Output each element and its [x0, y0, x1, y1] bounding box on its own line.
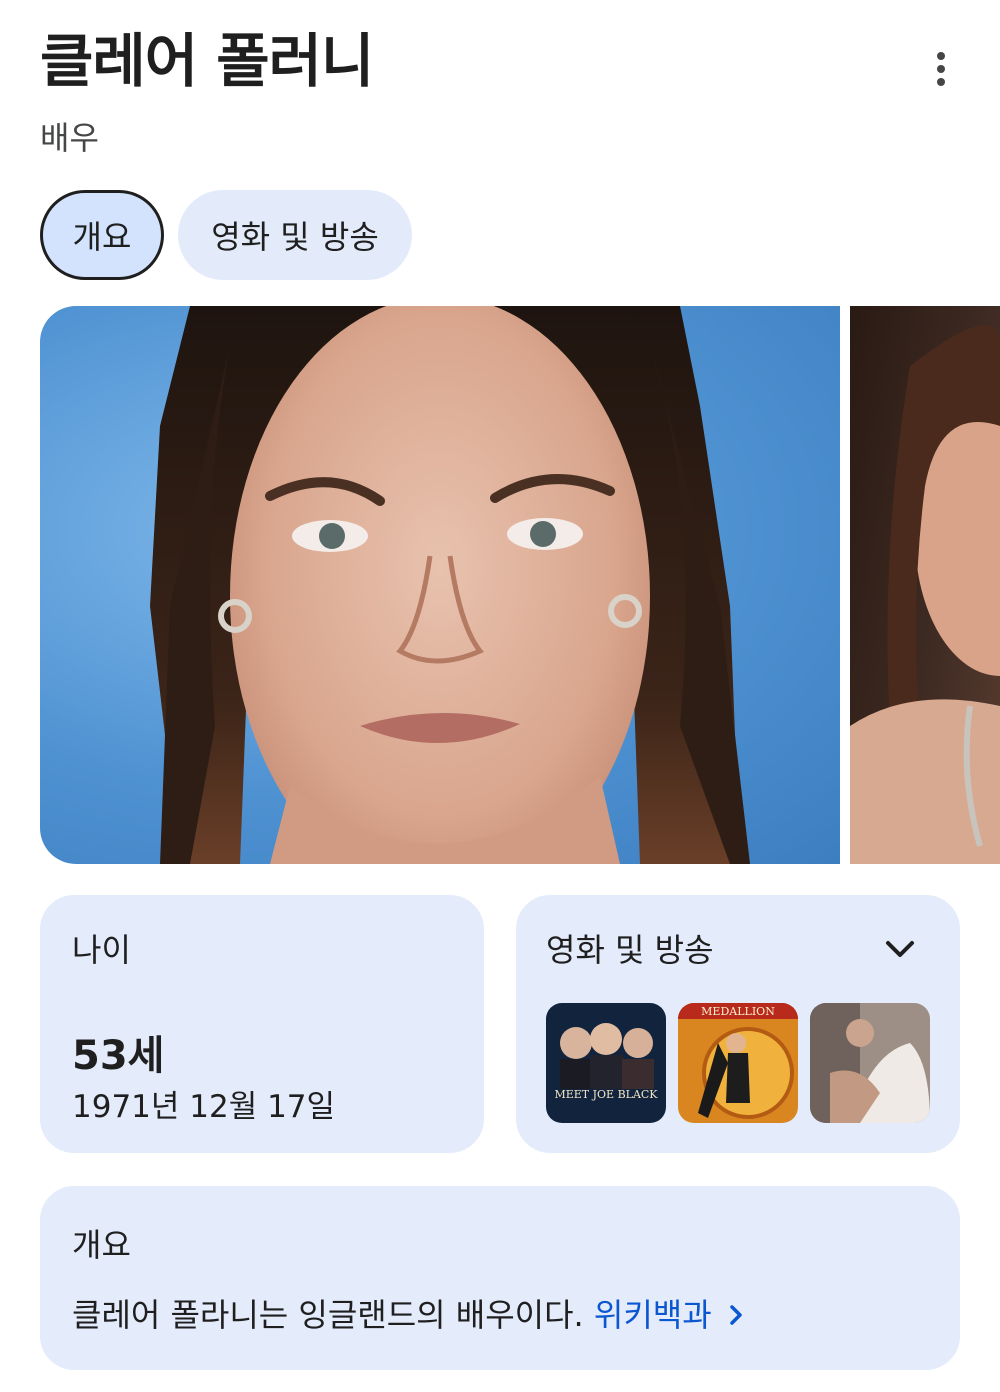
secondary-photo[interactable]: [850, 306, 1000, 864]
birth-date: 1971년 12월 17일: [72, 1089, 336, 1125]
film-thumbnail-3[interactable]: [810, 1003, 930, 1123]
tab-films-label: 영화 및 방송: [211, 218, 379, 256]
more-vert-icon: [937, 52, 945, 60]
film-thumbnail-2[interactable]: MEDALLION: [678, 1003, 798, 1123]
overview-text: 클레어 폴라니는 잉글랜드의 배우이다.: [72, 1296, 584, 1334]
films-label: 영화 및 방송: [546, 931, 714, 969]
films-card[interactable]: 영화 및 방송 MEET JOE BLACK MEDALLION: [516, 895, 960, 1153]
overview-description: 클레어 폴라니는 잉글랜드의 배우이다. 위키백과: [72, 1290, 746, 1336]
film-thumbnail-1[interactable]: MEET JOE BLACK: [546, 1003, 666, 1123]
age-label: 나이: [72, 931, 131, 969]
tab-overview-label: 개요: [72, 218, 132, 256]
age-card[interactable]: 나이 53세 1971년 12월 17일: [40, 895, 484, 1153]
wikipedia-link-label: 위키백과: [593, 1296, 712, 1334]
wikipedia-link[interactable]: 위키백과: [594, 1296, 746, 1334]
overview-label: 개요: [72, 1226, 131, 1264]
overview-card: 개요 클레어 폴라니는 잉글랜드의 배우이다. 위키백과: [40, 1186, 960, 1370]
secondary-portrait-image: [850, 325, 1000, 864]
chevron-down-icon[interactable]: [882, 931, 918, 967]
age-value: 53세: [72, 1033, 165, 1079]
tab-overview[interactable]: 개요: [40, 190, 164, 280]
film-1-title: MEET JOE BLACK: [554, 1088, 658, 1101]
chevron-right-icon: [730, 1305, 742, 1325]
film-2-title: MEDALLION: [701, 1005, 775, 1018]
tab-films[interactable]: 영화 및 방송: [178, 190, 412, 280]
page-title: 클레어 폴러니: [40, 27, 374, 95]
page-subtitle: 배우: [40, 119, 99, 157]
portrait-image: [150, 306, 750, 864]
more-options-button[interactable]: [914, 42, 968, 96]
main-photo[interactable]: [40, 306, 840, 864]
